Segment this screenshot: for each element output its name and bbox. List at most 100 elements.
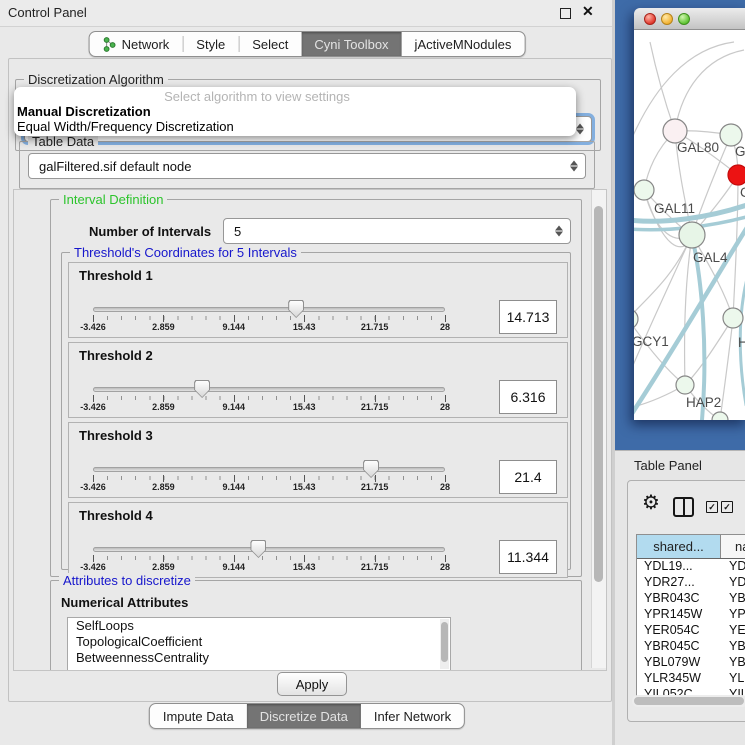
threshold-slider[interactable]: -3.4262.8599.14415.4321.71528 [93, 467, 445, 495]
network-node[interactable] [712, 412, 728, 420]
table-cell[interactable]: YBR043C [637, 591, 720, 607]
network-window-titlebar[interactable] [634, 8, 745, 30]
network-edge[interactable] [634, 319, 685, 385]
tab-style[interactable]: Style [183, 32, 238, 56]
settings-vertical-scrollbar[interactable] [591, 190, 606, 668]
apply-button[interactable]: Apply [277, 672, 347, 696]
threshold-value-field[interactable]: 6.316 [499, 380, 557, 414]
table-body: YDL19...YDL1YDR27...YDR2YBR043CYBR0YPR14… [637, 559, 745, 698]
network-edge[interactable] [634, 235, 692, 319]
network-node-gal4[interactable] [679, 222, 705, 248]
table-cell[interactable]: YER0 [720, 623, 745, 639]
table-cell[interactable]: YBR0 [720, 639, 745, 655]
network-canvas[interactable]: GAL80GACGAL11GAL4GCY1HHAP2 [634, 30, 745, 420]
table-row[interactable]: YBL079WYBL0 [637, 655, 745, 671]
network-edge[interactable] [634, 235, 692, 375]
close-traffic-light-icon[interactable] [644, 13, 656, 25]
node-attribute-table[interactable]: shared... na YDL19...YDL1YDR27...YDR2YBR… [636, 534, 745, 698]
slider-tick-label: -3.426 [80, 322, 106, 332]
algorithm-option[interactable]: Equal Width/Frequency Discretization [14, 119, 576, 134]
table-row[interactable]: YPR145WYPR1 [637, 607, 745, 623]
close-icon[interactable]: ✕ [582, 3, 594, 20]
slider-track[interactable] [93, 307, 445, 312]
slider-major-tick [93, 475, 94, 482]
slider-tick-label: 28 [440, 402, 450, 412]
table-row[interactable]: YBR043CYBR0 [637, 591, 745, 607]
table-cell[interactable]: YDL19... [637, 559, 720, 575]
tab-label: Infer Network [374, 709, 451, 724]
table-cell[interactable]: YER054C [637, 623, 720, 639]
combo-arrows-icon [555, 226, 563, 237]
threshold-slider[interactable]: -3.4262.8599.14415.4321.71528 [93, 307, 445, 335]
table-cell[interactable]: YDL1 [720, 559, 745, 575]
numerical-attributes-list[interactable]: SelfLoopsTopologicalCoefficientBetweenne… [67, 617, 451, 671]
slider-major-tick [375, 395, 376, 402]
scrollbar-thumb[interactable] [594, 206, 603, 582]
table-cell[interactable]: YPR1 [720, 607, 745, 623]
column-header-name[interactable]: na [721, 535, 745, 558]
slider-track[interactable] [93, 387, 445, 392]
checkbox-icon[interactable]: ✓ [706, 501, 718, 513]
slider-tick-label: 9.144 [223, 482, 246, 492]
list-scrollbar[interactable] [440, 619, 449, 669]
network-node-c[interactable] [728, 165, 745, 185]
slider-track[interactable] [93, 547, 445, 552]
tab-label: Select [252, 37, 288, 52]
slider-major-tick [93, 315, 94, 322]
column-header-shared-name[interactable]: shared... [637, 535, 721, 558]
network-edge[interactable] [720, 318, 733, 420]
network-node-hap2[interactable] [676, 376, 694, 394]
table-cell[interactable]: YBR045C [637, 639, 720, 655]
table-horizontal-scrollbar[interactable] [632, 695, 745, 707]
threshold-value-field[interactable]: 11.344 [499, 540, 557, 574]
table-cell[interactable]: YBL079W [637, 655, 720, 671]
bottom-tab-infer-network[interactable]: Infer Network [361, 704, 464, 728]
table-cell[interactable]: YBL0 [720, 655, 745, 671]
zoom-traffic-light-icon[interactable] [678, 13, 690, 25]
attribute-list-item[interactable]: BetweennessCentrality [68, 650, 450, 666]
slider-track[interactable] [93, 467, 445, 472]
table-cell[interactable]: YPR145W [637, 607, 720, 623]
bottom-tab-discretize-data[interactable]: Discretize Data [247, 704, 361, 728]
settings-gear-icon[interactable]: ⚙ [642, 493, 660, 513]
threshold-slider[interactable]: -3.4262.8599.14415.4321.71528 [93, 387, 445, 415]
tab-select[interactable]: Select [239, 32, 301, 56]
tab-network[interactable]: Network [90, 32, 183, 56]
minimize-traffic-light-icon[interactable] [661, 13, 673, 25]
tab-label: Network [122, 37, 170, 52]
table-cell[interactable]: YLR345W [637, 671, 720, 687]
table-row[interactable]: YER054CYER0 [637, 623, 745, 639]
attribute-list-item[interactable]: SelfLoops [68, 618, 450, 634]
number-of-intervals-combobox[interactable]: 5 [223, 218, 571, 244]
table-cell[interactable]: YDR27... [637, 575, 720, 591]
table-row[interactable]: YDR27...YDR2 [637, 575, 745, 591]
attribute-list-item[interactable]: TopologicalCoefficient [68, 634, 450, 650]
table-data-combobox[interactable]: galFiltered.sif default node [28, 153, 586, 179]
tab-jactivemnodules[interactable]: jActiveMNodules [402, 32, 525, 56]
threshold-value-field[interactable]: 21.4 [499, 460, 557, 494]
network-node-ga[interactable] [720, 124, 742, 146]
table-cell[interactable]: YDR2 [720, 575, 745, 591]
slider-tick-label: -3.426 [80, 402, 106, 412]
table-cell[interactable]: YLR3 [720, 671, 745, 687]
threshold-slider[interactable]: -3.4262.8599.14415.4321.71528 [93, 547, 445, 575]
table-cell[interactable]: YBR0 [720, 591, 745, 607]
split-columns-icon[interactable] [673, 497, 694, 517]
network-edge[interactable] [685, 235, 692, 385]
table-row[interactable]: YLR345WYLR3 [637, 671, 745, 687]
bottom-tab-impute-data[interactable]: Impute Data [150, 704, 247, 728]
slider-major-tick [304, 555, 305, 562]
threshold-value-field[interactable]: 14.713 [499, 300, 557, 334]
table-row[interactable]: YDL19...YDL1 [637, 559, 745, 575]
network-node-gcy1[interactable] [634, 309, 638, 329]
scrollbar-thumb[interactable] [634, 697, 744, 705]
checkbox-icon[interactable]: ✓ [721, 501, 733, 513]
network-node-h[interactable] [723, 308, 743, 328]
network-node-gal11[interactable] [634, 180, 654, 200]
network-edge[interactable] [675, 50, 744, 130]
float-icon[interactable] [560, 8, 571, 19]
algorithm-option[interactable]: Manual Discretization [14, 104, 576, 119]
tab-cyni-toolbox[interactable]: Cyni Toolbox [301, 32, 401, 56]
table-row[interactable]: YBR045CYBR0 [637, 639, 745, 655]
scrollbar-thumb[interactable] [441, 622, 448, 662]
